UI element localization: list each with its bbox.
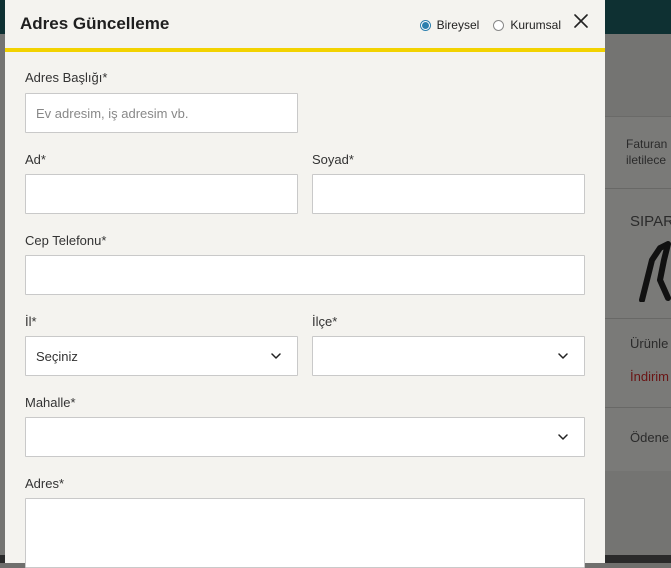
city-select-value: Seçiniz: [36, 348, 78, 364]
neighborhood-label: Mahalle*: [25, 395, 76, 410]
address-title-input[interactable]: [25, 93, 298, 133]
mobile-phone-label: Cep Telefonu*: [25, 233, 107, 248]
district-select[interactable]: [312, 336, 585, 376]
background-product-image: [639, 241, 671, 302]
background-text-odenecek: Ödene: [630, 430, 670, 445]
background-divider: [605, 318, 671, 319]
city-label: İl*: [25, 314, 37, 329]
background-text-indirim: İndirim: [630, 369, 670, 384]
neighborhood-select[interactable]: [25, 417, 585, 457]
last-name-input[interactable]: [312, 174, 585, 214]
mobile-phone-input[interactable]: [25, 255, 585, 295]
background-text-iletilece: iletilece: [626, 153, 667, 167]
background-text-faturan: Faturan: [626, 137, 668, 151]
type-label-kurumsal: Kurumsal: [510, 18, 561, 32]
type-option-bireysel[interactable]: Bireysel: [419, 18, 480, 32]
modal-title: Adres Güncelleme: [20, 14, 170, 33]
address-label: Adres*: [25, 476, 65, 491]
city-select[interactable]: Seçiniz: [25, 336, 298, 376]
district-label: İlçe*: [312, 314, 338, 329]
radio-bireysel[interactable]: [419, 19, 431, 31]
last-name-label: Soyad*: [312, 152, 354, 167]
address-textarea[interactable]: [25, 498, 585, 568]
customer-type-group: Bireysel Kurumsal: [406, 18, 561, 32]
background-text-sipar: SIPAR: [630, 213, 671, 230]
chevron-down-icon: [558, 434, 568, 440]
close-button[interactable]: [573, 14, 589, 30]
background-text-urunler: Ürünle: [630, 336, 669, 351]
modal-header: Adres Güncelleme Bireysel Kurumsal: [5, 0, 605, 52]
address-title-label: Adres Başlığı*: [25, 70, 108, 85]
background-divider: [605, 188, 671, 189]
chevron-down-icon: [558, 353, 568, 359]
type-label-bireysel: Bireysel: [436, 18, 480, 32]
first-name-input[interactable]: [25, 174, 298, 214]
address-update-modal: Adres Güncelleme Bireysel Kurumsal Adres…: [5, 0, 605, 568]
radio-kurumsal[interactable]: [493, 19, 505, 31]
type-option-kurumsal[interactable]: Kurumsal: [493, 18, 561, 32]
background-divider: [605, 407, 671, 408]
first-name-label: Ad*: [25, 152, 46, 167]
close-icon: [574, 14, 588, 28]
chevron-down-icon: [271, 353, 281, 359]
